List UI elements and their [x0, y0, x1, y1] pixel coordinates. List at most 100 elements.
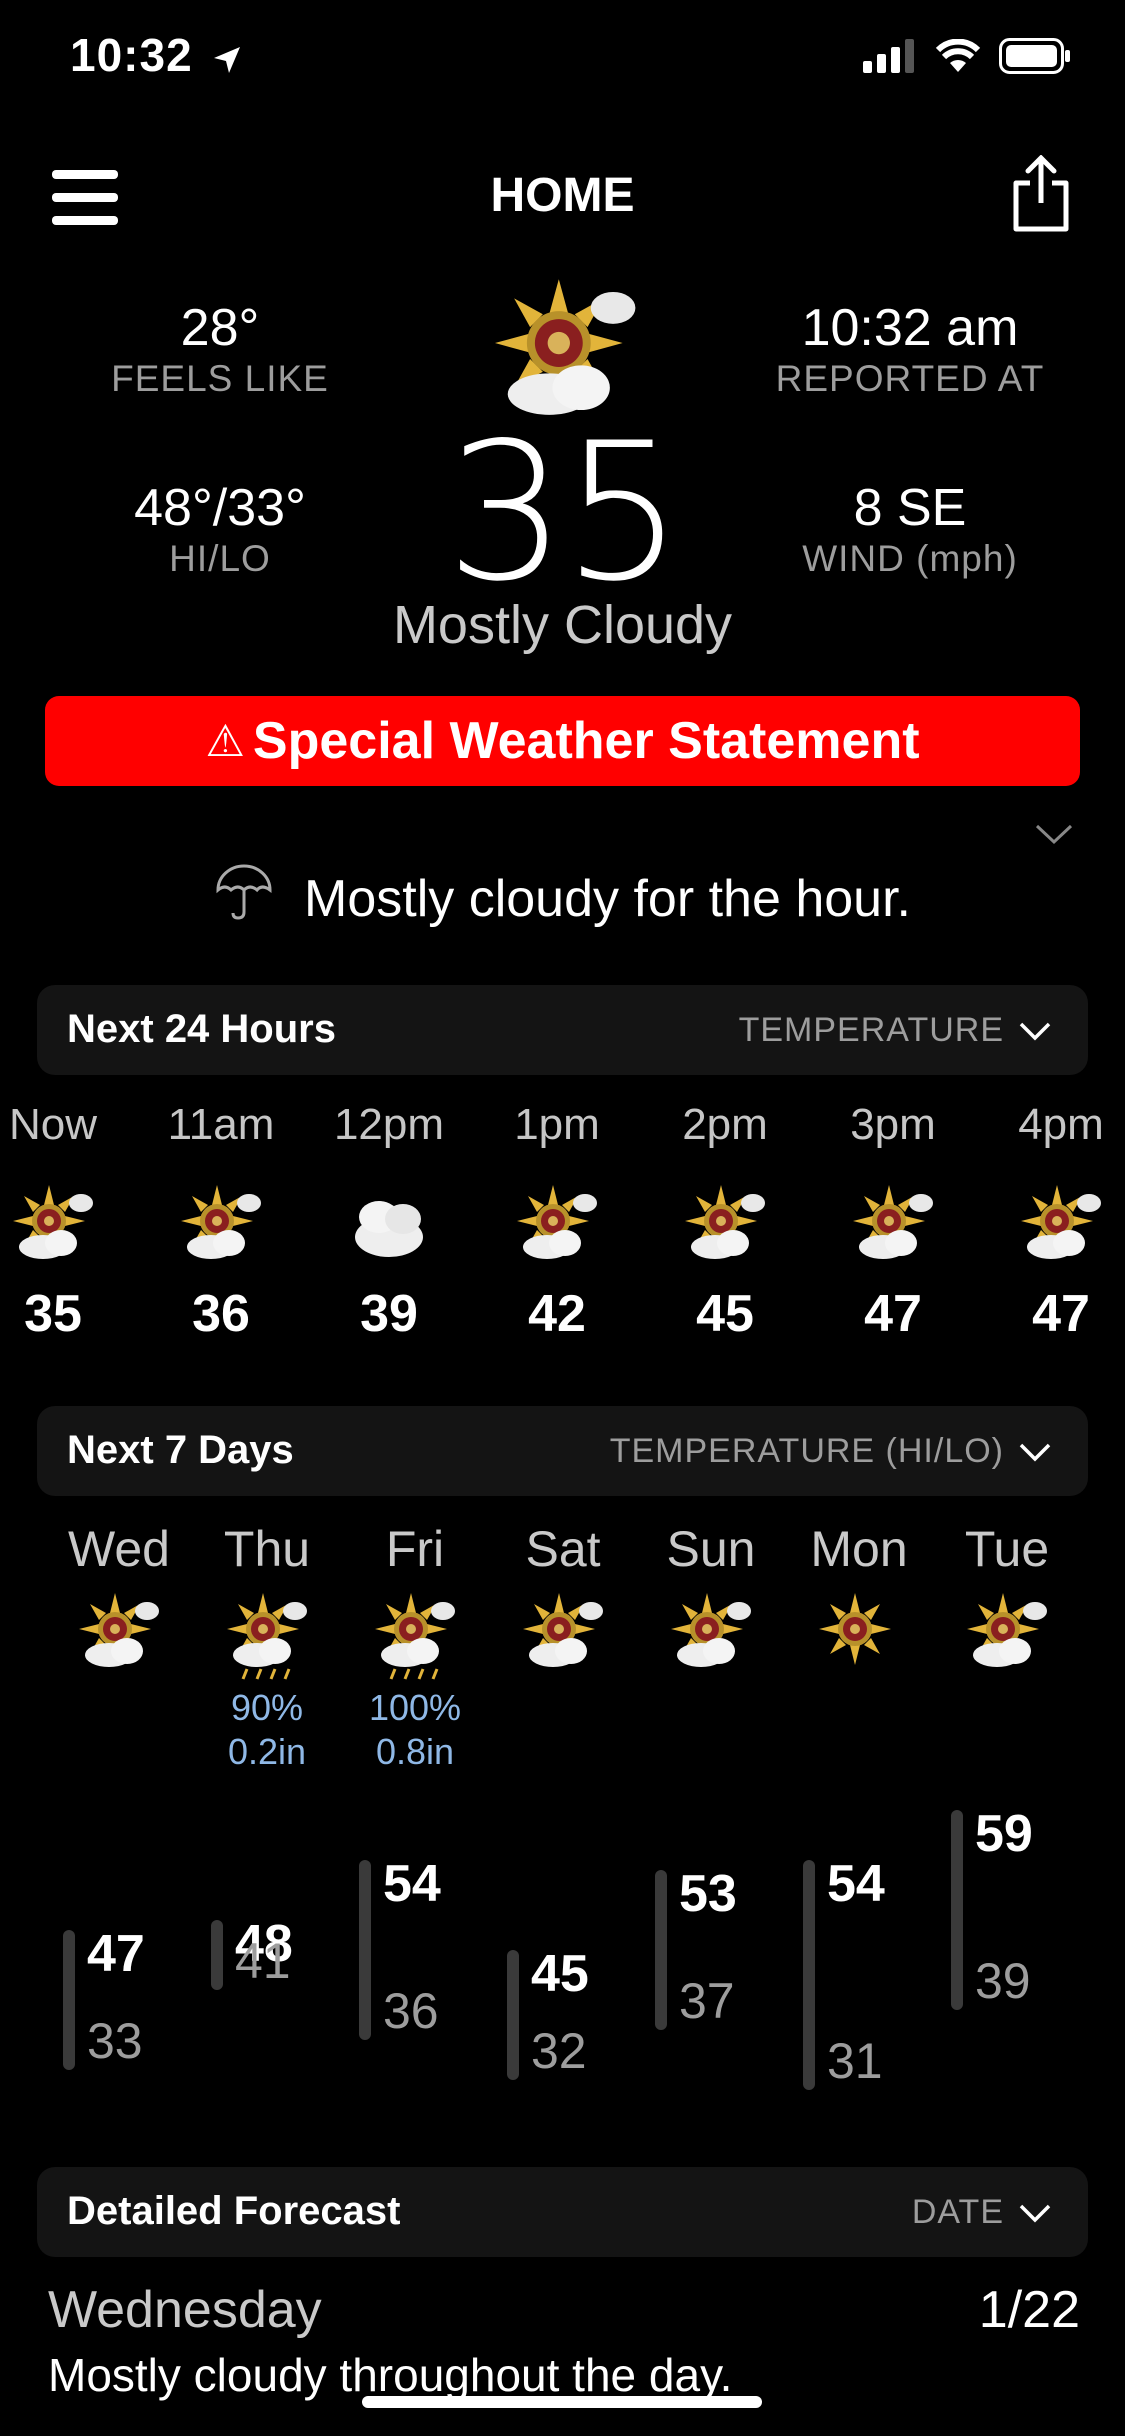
sun-cloud-icon: [171, 1178, 271, 1278]
next-24-hours-selector[interactable]: TEMPERATURE: [739, 1011, 1052, 1050]
sun-cloud-icon: [843, 1178, 943, 1278]
temperature-range-bar: [63, 1930, 75, 2070]
hour-time: 11am: [167, 1100, 275, 1149]
chevron-down-icon: [1019, 2204, 1051, 2222]
day-name: Thu: [223, 1521, 311, 1577]
wifi-icon: [935, 38, 981, 78]
temperature-range-bar: [211, 1920, 223, 1990]
hour-temp: 47: [864, 1285, 922, 1343]
battery-icon: [999, 38, 1071, 79]
hour-temp: 47: [1032, 1285, 1090, 1343]
day-high-temp: 45: [531, 1945, 589, 2003]
page-title: HOME: [490, 169, 635, 222]
home-indicator[interactable]: [362, 2396, 762, 2408]
day-high-temp: 59: [975, 1805, 1033, 1863]
sun-cloud-icon: [1011, 1178, 1111, 1278]
day-high-temp: 54: [827, 1855, 885, 1913]
hour-summary: Mostly cloudy for the hour.: [0, 862, 1125, 935]
temperature-range-bar: [359, 1860, 371, 2040]
day-high-temp: 53: [679, 1865, 737, 1923]
share-button[interactable]: [1010, 154, 1072, 233]
expand-chevron-icon[interactable]: [1034, 822, 1074, 851]
sun-icon: [809, 1586, 909, 1686]
day-item: Sun: [637, 1520, 785, 1686]
day-name: Sun: [666, 1521, 756, 1577]
chevron-down-icon: [1019, 1443, 1051, 1461]
cloud-icon: [339, 1178, 439, 1278]
feels-like-label: FEELS LIKE: [111, 358, 329, 399]
hour-time: 1pm: [514, 1100, 600, 1149]
sun-cloud-icon: [69, 1586, 169, 1686]
next-7-days-selector-label: TEMPERATURE (HI/LO): [609, 1432, 1004, 1470]
precip-chance: 100%: [368, 1687, 462, 1728]
day-low-temp: 32: [531, 2023, 587, 2079]
feels-like-value: 28°: [180, 299, 260, 357]
weather-alert-banner[interactable]: ⚠ Special Weather Statement: [45, 696, 1080, 786]
day-item: Sat: [489, 1520, 637, 1686]
day-name: Fri: [385, 1521, 445, 1577]
day-high-temp: 47: [87, 1925, 145, 1983]
day-item: Mon: [785, 1520, 933, 1686]
status-time: 10:32: [70, 28, 242, 86]
detailed-forecast-header: Detailed Forecast DATE: [37, 2167, 1088, 2257]
feels-like: 28° FEELS LIKE: [60, 298, 380, 400]
day-low-temp: 36: [383, 1983, 439, 2039]
umbrella-icon: [214, 862, 274, 935]
rain-icon: [217, 1586, 317, 1686]
day-item: Thu 90% 0.2in: [193, 1520, 341, 1774]
temperature-range-bar: [655, 1870, 667, 2030]
hour-summary-text: Mostly cloudy for the hour.: [304, 869, 911, 928]
share-icon: [1013, 154, 1069, 232]
day-name: Tue: [964, 1521, 1050, 1577]
day-low-temp: 39: [975, 1953, 1031, 2009]
hour-time: 2pm: [682, 1100, 768, 1149]
sun-cloud-icon: [3, 1178, 103, 1278]
hour-item: 1pm 42: [472, 1100, 642, 1344]
sun-cloud-icon: [675, 1178, 775, 1278]
hour-time: 12pm: [333, 1100, 445, 1149]
hourly-forecast[interactable]: Now 35 11am 36 12pm 39 1pm 42 2pm 45 3pm 47 4pm 47: [0, 1100, 1125, 1360]
sun-cloud-icon: [661, 1586, 761, 1686]
hour-time: 4pm: [1018, 1100, 1104, 1149]
rain-icon: [365, 1586, 465, 1686]
detailed-forecast-day[interactable]: Wednesday: [48, 2280, 322, 2340]
hour-temp: 42: [528, 1285, 586, 1343]
day-item: Fri 100% 0.8in: [341, 1520, 489, 1774]
day-low-temp: 33: [87, 2013, 143, 2069]
current-temperature: 35: [445, 402, 684, 623]
day-item: Wed: [45, 1520, 193, 1686]
next-7-days-selector[interactable]: TEMPERATURE (HI/LO): [610, 1432, 1052, 1471]
status-time-text: 10:32: [70, 29, 193, 81]
day-low-temp: 41: [235, 1933, 291, 1989]
sun-cloud-icon: [507, 1178, 607, 1278]
day-item: Tue: [933, 1520, 1081, 1686]
reported-at-label: REPORTED AT: [775, 358, 1045, 399]
next-7-days-title: Next 7 Days: [67, 1428, 294, 1472]
detailed-forecast-date: 1/22: [978, 2281, 1080, 2339]
detailed-forecast-selector[interactable]: DATE: [912, 2193, 1052, 2232]
warning-icon: ⚠: [205, 716, 245, 766]
temperature-range-bar: [507, 1950, 519, 2080]
hour-time: Now: [8, 1100, 98, 1149]
day-low-temp: 37: [679, 1973, 735, 2029]
day-high-temp: 48: [235, 1915, 293, 1973]
alert-text: Special Weather Statement: [252, 712, 920, 770]
precip-amount: 0.2in: [227, 1731, 307, 1772]
day-low-temp: 31: [827, 2033, 883, 2089]
current-condition: Mostly Cloudy: [392, 595, 733, 655]
day-name: Wed: [68, 1521, 170, 1577]
hour-temp: 36: [192, 1285, 250, 1343]
temperature-range-bar: [803, 1860, 815, 2090]
hour-item: 3pm 47: [808, 1100, 978, 1344]
status-icons: [863, 38, 1071, 79]
hour-item: 12pm 39: [304, 1100, 474, 1344]
detailed-forecast-selector-label: DATE: [911, 2193, 1004, 2231]
hour-temp: 45: [696, 1285, 754, 1343]
cellular-signal-icon: [863, 39, 917, 78]
hour-item: 11am 36: [136, 1100, 306, 1344]
temperature-range-bar: [951, 1810, 963, 2010]
reported-at: 10:32 am REPORTED AT: [740, 298, 1080, 400]
hour-item: Now 35: [0, 1100, 138, 1344]
detailed-forecast-text: Mostly cloudy throughout the day.: [48, 2349, 733, 2401]
day-name: Mon: [810, 1521, 908, 1577]
